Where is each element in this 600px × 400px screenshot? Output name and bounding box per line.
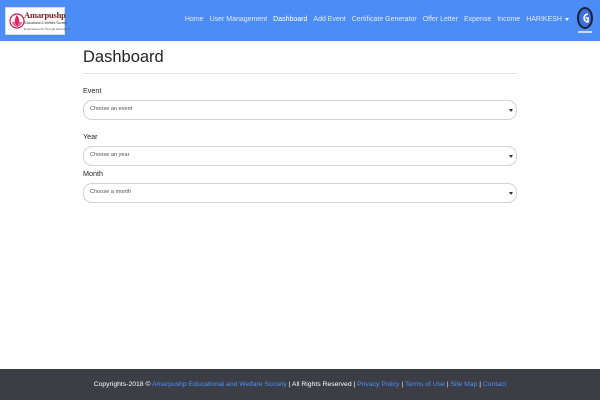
- chevron-down-icon: [509, 155, 513, 158]
- footer-separator: |: [446, 381, 449, 388]
- brand-tagline: Educational & Welfare Society: [24, 21, 67, 25]
- nav-dashboard[interactable]: Dashboard: [273, 16, 307, 23]
- top-navbar: Amarpushp Educational & Welfare Society …: [0, 0, 600, 41]
- chevron-down-icon: [509, 109, 513, 112]
- event-select[interactable]: Choose an event: [83, 100, 517, 120]
- org-link[interactable]: Amarpushp Educational and Welfare Societ…: [152, 381, 287, 388]
- copyright-text: Copyrights-2018 ©: [93, 381, 151, 388]
- footer-text: Copyrights-2018 © Amarpushp Educational …: [0, 381, 600, 388]
- event-label: Event: [83, 86, 102, 95]
- nav-certificate-generator[interactable]: Certificate Generator: [352, 16, 417, 23]
- main-nav: Home User Management Dashboard Add Event…: [179, 16, 569, 23]
- terms-link[interactable]: Terms of Use: [405, 381, 445, 388]
- year-select-value: Choose an year: [90, 152, 130, 158]
- footer-separator: |: [479, 381, 481, 388]
- page-footer: Copyrights-2018 © Amarpushp Educational …: [0, 369, 600, 400]
- brand-name: Amarpushp: [24, 10, 66, 20]
- nav-home[interactable]: Home: [185, 16, 204, 23]
- caret-down-icon: [565, 17, 569, 21]
- lotus-logo-icon: [9, 13, 25, 29]
- year-select[interactable]: Choose an year: [83, 146, 517, 166]
- contact-link[interactable]: Contact: [483, 381, 506, 388]
- event-select-value: Choose an event: [90, 106, 133, 112]
- month-label: Month: [83, 169, 103, 178]
- site-map-link[interactable]: Site Map: [450, 381, 477, 388]
- month-select-value: Choose a month: [90, 189, 132, 195]
- nav-offer-letter[interactable]: Offer Letter: [423, 16, 458, 23]
- footer-separator: |: [401, 381, 404, 388]
- user-menu[interactable]: HARIKESH: [526, 16, 569, 23]
- rights-text: | All Rights Reserved |: [288, 381, 356, 388]
- nav-add-event[interactable]: Add Event: [313, 16, 345, 23]
- brand-logo[interactable]: Amarpushp Educational & Welfare Society …: [5, 7, 69, 35]
- year-label: Year: [83, 132, 98, 141]
- nav-income[interactable]: Income: [497, 16, 520, 23]
- nav-expense[interactable]: Expense: [464, 16, 491, 23]
- nav-user-management[interactable]: User Management: [210, 16, 268, 23]
- user-menu-label: HARIKESH: [526, 16, 562, 23]
- g-emblem-icon[interactable]: [576, 5, 594, 37]
- brand-subtagline: Empowerment Through Education: [24, 27, 70, 31]
- chevron-down-icon: [509, 192, 513, 195]
- page-title: Dashboard: [83, 48, 164, 66]
- privacy-policy-link[interactable]: Privacy Policy: [357, 381, 399, 388]
- month-select[interactable]: Choose a month: [83, 183, 517, 203]
- title-divider: [83, 73, 517, 74]
